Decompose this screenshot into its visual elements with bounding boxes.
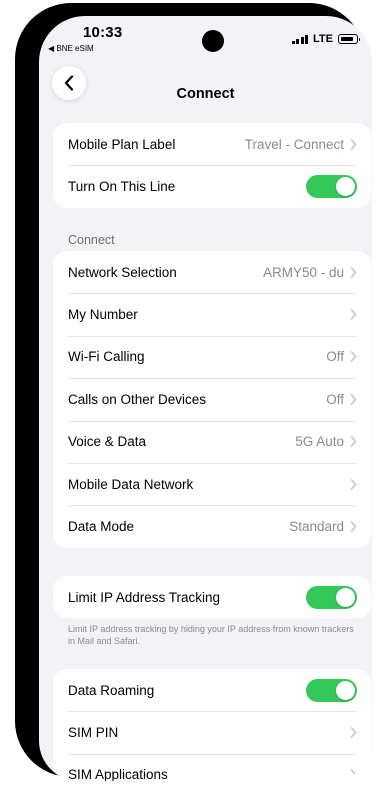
network-selection-row[interactable]: Network Selection ARMY50 - du <box>53 251 371 293</box>
connect-group: Network Selection ARMY50 - du My Number … <box>53 251 371 548</box>
screen: 10:33 ◀ BNE eSIM LTE Connect Mobile Plan… <box>39 16 372 781</box>
limit-ip-tracking-row: Limit IP Address Tracking <box>53 576 371 618</box>
row-value: 5G Auto <box>295 434 344 450</box>
chevron-right-icon <box>350 351 357 363</box>
limit-ip-tracking-toggle[interactable] <box>306 585 357 609</box>
row-value: Off <box>326 391 344 407</box>
turn-on-line-row: Turn On This Line <box>53 165 371 207</box>
data-roaming-row: Data Roaming <box>53 669 371 711</box>
sim-pin-row[interactable]: SIM PIN <box>53 711 371 753</box>
roaming-group: Data Roaming SIM PIN SIM Applications <box>53 669 371 781</box>
row-value: Off <box>326 349 344 365</box>
row-label: Limit IP Address Tracking <box>68 589 221 605</box>
row-label: Data Roaming <box>68 682 155 698</box>
calls-other-devices-row[interactable]: Calls on Other Devices Off <box>53 378 371 420</box>
phone-frame: 10:33 ◀ BNE eSIM LTE Connect Mobile Plan… <box>15 3 372 781</box>
turn-on-line-toggle[interactable] <box>306 175 357 199</box>
voice-data-row[interactable]: Voice & Data 5G Auto <box>53 420 371 463</box>
data-roaming-toggle[interactable] <box>306 678 357 702</box>
row-label: Network Selection <box>68 264 177 280</box>
plan-group: Mobile Plan Label Travel - Connect Turn … <box>53 123 371 208</box>
row-label: Voice & Data <box>68 434 147 450</box>
mobile-data-network-row[interactable]: Mobile Data Network <box>53 462 371 505</box>
chevron-right-icon <box>350 727 357 738</box>
row-label: Turn On This Line <box>68 179 176 195</box>
wifi-calling-row[interactable]: Wi-Fi Calling Off <box>53 335 371 378</box>
row-value: Travel - Connect <box>244 136 344 152</box>
row-label: My Number <box>68 307 138 323</box>
status-indicators: LTE <box>291 33 360 45</box>
row-label: SIM PIN <box>68 725 119 741</box>
row-value: ARMY50 - du <box>262 264 344 280</box>
camera-island <box>202 30 224 52</box>
row-label: Calls on Other Devices <box>68 391 207 407</box>
chevron-right-icon <box>350 478 357 490</box>
ip-tracking-group: Limit IP Address Tracking <box>53 576 371 619</box>
page-title: Connect <box>176 86 235 102</box>
row-label: Data Mode <box>68 519 135 535</box>
chevron-right-icon <box>350 309 357 320</box>
data-mode-row[interactable]: Data Mode Standard <box>53 505 371 547</box>
my-number-row[interactable]: My Number <box>53 293 371 335</box>
section-header-connect: Connect <box>68 233 115 247</box>
chevron-right-icon <box>350 394 357 405</box>
row-label: SIM Applications <box>68 767 168 781</box>
row-label: Mobile Plan Label <box>68 136 176 152</box>
row-value: Standard <box>289 519 344 535</box>
battery-icon <box>338 34 360 44</box>
chevron-right-icon <box>350 266 357 278</box>
status-time: 10:33 <box>83 24 123 41</box>
chevron-right-icon <box>350 436 357 448</box>
chevron-right-icon <box>350 769 357 781</box>
back-to-app-link[interactable]: ◀ BNE eSIM <box>48 44 94 53</box>
signal-icon <box>291 34 309 44</box>
row-label: Mobile Data Network <box>68 476 194 492</box>
mobile-plan-label-row[interactable]: Mobile Plan Label Travel - Connect <box>53 123 371 165</box>
row-label: Wi-Fi Calling <box>68 349 145 365</box>
chevron-right-icon <box>350 138 357 150</box>
sim-applications-row[interactable]: SIM Applications <box>53 753 371 781</box>
chevron-right-icon <box>350 521 357 532</box>
network-type: LTE <box>313 33 333 45</box>
ip-tracking-footnote: Limit IP address tracking by hiding your… <box>68 624 354 646</box>
